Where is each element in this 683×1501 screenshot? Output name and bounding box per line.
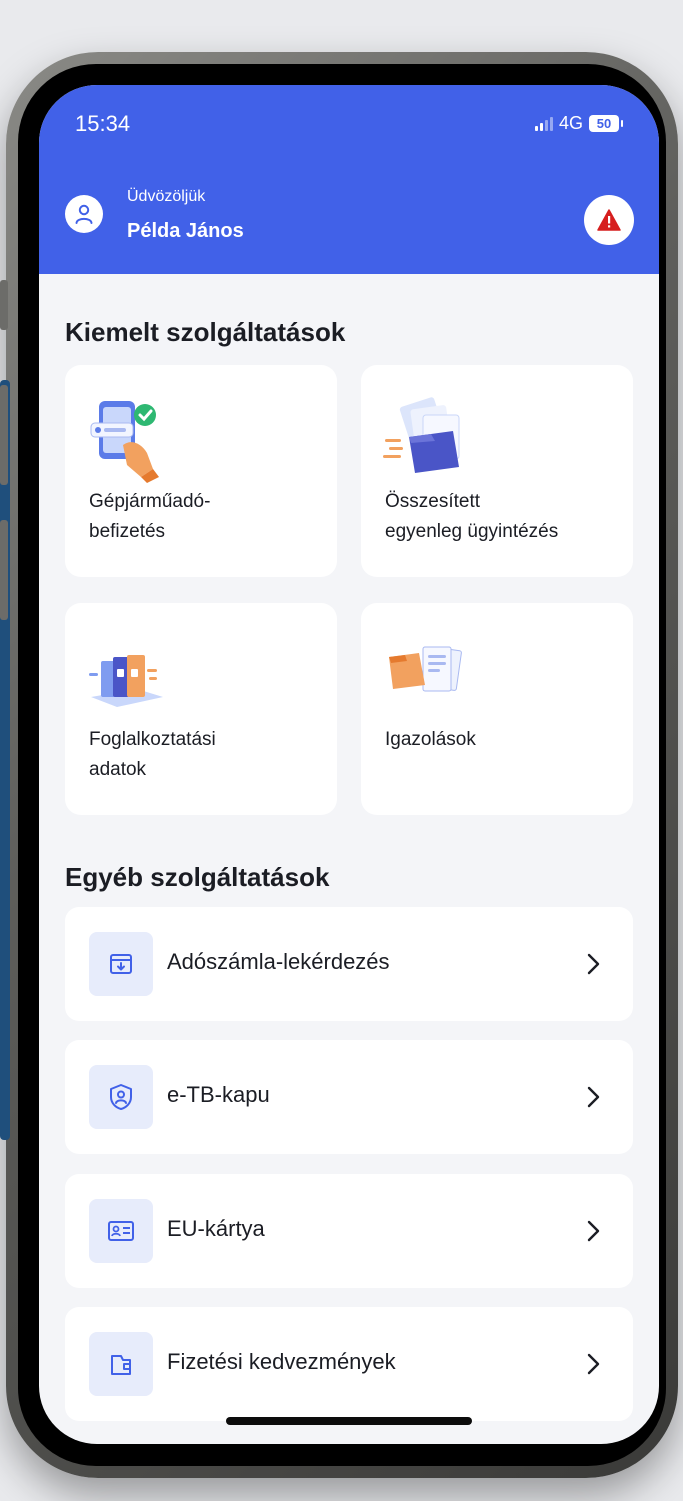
user-name: Példa János — [127, 220, 244, 242]
service-card-certificates[interactable]: Igazolások — [361, 603, 633, 815]
list-item-e-tb-kapu[interactable]: e-TB-kapu — [65, 1040, 633, 1154]
card-label: Gépjárműadó- befizetés — [89, 487, 210, 547]
list-item-label: EU-kártya — [167, 1216, 265, 1241]
network-label: 4G — [558, 113, 583, 133]
home-indicator[interactable] — [226, 1417, 472, 1425]
chevron-right-icon — [587, 1220, 600, 1242]
card-label-line1: Összesített — [385, 491, 481, 512]
service-card-vehicle-tax[interactable]: Gépjárműadó- befizetés — [65, 365, 337, 577]
signal-icon — [534, 116, 553, 131]
list-item-tax-account[interactable]: Adószámla-lekérdezés — [65, 907, 633, 1021]
list-item-label: Adószámla-lekérdezés — [167, 949, 390, 974]
card-label: Foglalkoztatási adatok — [89, 725, 216, 785]
user-icon — [75, 204, 93, 224]
list-item-label: Fizetési kedvezmények — [167, 1349, 396, 1374]
phone-payment-illustration — [90, 401, 159, 483]
chevron-right-icon — [587, 953, 600, 975]
list-item-icon-box — [89, 932, 153, 996]
list-item-icon-box — [89, 1199, 153, 1263]
card-label-line1: Foglalkoztatási — [89, 729, 216, 750]
welcome-text: Üdvözöljük — [127, 188, 206, 205]
card-label: Igazolások — [385, 725, 476, 755]
list-item-eu-card[interactable]: EU-kártya — [65, 1174, 633, 1288]
wallet-icon — [111, 1355, 131, 1375]
list-item-label: e-TB-kapu — [167, 1082, 270, 1107]
list-item-icon-box — [89, 1065, 153, 1129]
card-label-line2: egyenleg ügyintézés — [385, 521, 559, 542]
phone-volume-up — [0, 385, 8, 485]
app-screen: 15:34 4G 50 Üdvözöljük Példa János Kieme… — [39, 85, 659, 1444]
id-card-icon — [108, 1221, 134, 1241]
app-header: 15:34 4G 50 Üdvözöljük Példa János — [39, 85, 659, 274]
service-card-employment[interactable]: Foglalkoztatási adatok — [65, 603, 337, 815]
avatar[interactable] — [65, 195, 103, 233]
battery-icon: 50 — [589, 115, 623, 132]
status-indicators: 4G 50 — [534, 113, 623, 134]
documents-folder-illustration — [383, 397, 460, 473]
card-label-line1: Igazolások — [385, 729, 476, 750]
binders-illustration — [89, 655, 163, 707]
archive-icon — [110, 954, 132, 974]
shield-user-icon — [110, 1084, 132, 1110]
list-item-icon-box — [89, 1332, 153, 1396]
chevron-right-icon — [587, 1086, 600, 1108]
battery-level: 50 — [596, 116, 612, 131]
service-card-balance[interactable]: Összesített egyenleg ügyintézés — [361, 365, 633, 577]
warning-icon — [597, 209, 621, 231]
certificates-illustration — [389, 646, 462, 692]
status-time: 15:34 — [75, 111, 131, 136]
alert-button[interactable] — [584, 195, 634, 245]
list-item-payment-benefits[interactable]: Fizetési kedvezmények — [65, 1307, 633, 1421]
other-section-title: Egyéb szolgáltatások — [65, 862, 330, 892]
phone-silent-switch — [0, 280, 8, 330]
card-label: Összesített egyenleg ügyintézés — [385, 487, 558, 547]
card-label-line1: Gépjárműadó- — [89, 491, 211, 512]
featured-section-title: Kiemelt szolgáltatások — [65, 317, 346, 347]
phone-side-edge — [0, 380, 10, 1140]
card-label-line2: adatok — [89, 759, 147, 780]
phone-volume-down — [0, 520, 8, 620]
chevron-right-icon — [587, 1353, 600, 1375]
card-label-line2: befizetés — [89, 521, 166, 542]
